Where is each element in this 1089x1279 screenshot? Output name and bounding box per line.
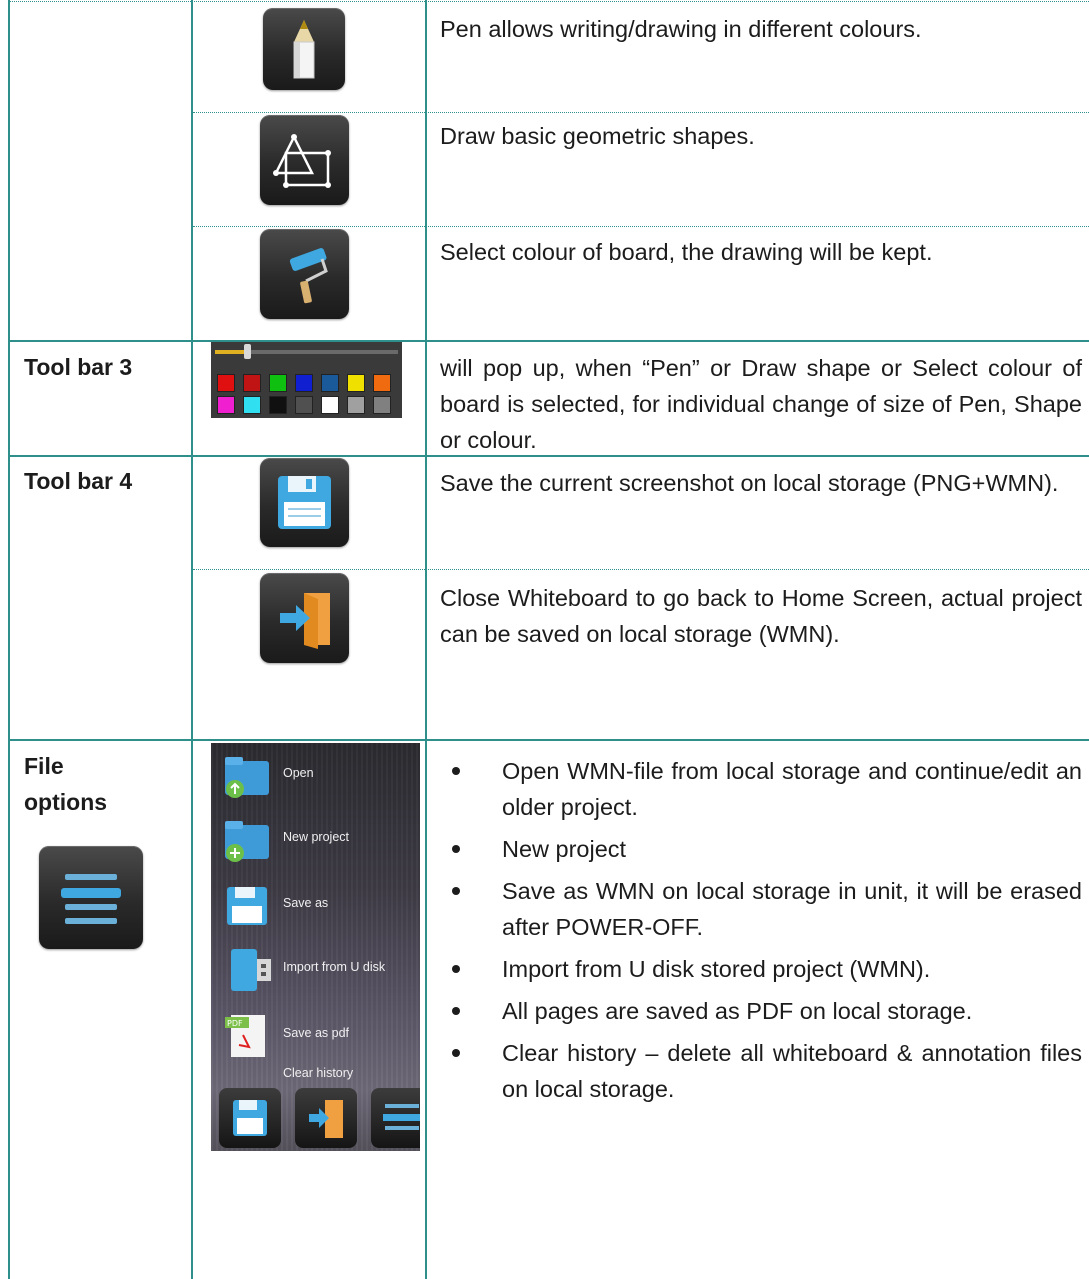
colour-swatch (321, 374, 339, 392)
table-border-col3 (425, 0, 427, 1279)
row-divider-dotted (193, 569, 1089, 570)
toolbar4-label: Tool bar 4 (24, 468, 133, 494)
pen-description: Pen allows writing/drawing in different … (440, 16, 922, 42)
colour-swatch (321, 396, 339, 414)
pdf-file-icon: PDF (225, 1015, 265, 1057)
size-slider-handle (244, 344, 251, 359)
table-top-dotted (8, 1, 1089, 2)
save-description: Save the current screenshot on local sto… (440, 470, 1059, 496)
table-border-col2 (191, 0, 193, 1279)
menu-list-icon (371, 1088, 420, 1148)
menu-item-save-as-pdf: PDF Save as pdf (211, 1009, 420, 1059)
size-colour-palette-icon (211, 342, 402, 418)
colour-swatch (217, 374, 235, 392)
colour-swatch (243, 396, 261, 414)
board-colour-description: Select colour of board, the drawing will… (440, 239, 933, 265)
list-item: Clear history – delete all whiteboard & … (440, 1035, 1082, 1107)
shapes-icon (260, 115, 349, 205)
floppy-disk-icon (260, 458, 349, 547)
floppy-disk-icon (227, 887, 267, 925)
colour-swatch (269, 396, 287, 414)
colour-palette (213, 370, 400, 416)
menu-item-label: Clear history (283, 1066, 354, 1080)
usb-drive-icon (231, 949, 271, 991)
paint-roller-icon (260, 229, 349, 319)
colour-swatch (373, 374, 391, 392)
list-item: Save as WMN on local storage in unit, it… (440, 873, 1082, 945)
colour-swatch (243, 374, 261, 392)
list-item: New project (440, 831, 1082, 867)
colour-swatch (347, 396, 365, 414)
colour-swatch (269, 374, 287, 392)
file-options-label-line2: options (24, 789, 108, 815)
toolbar3-description: will pop up, when “Pen” or Draw shape or… (440, 355, 1082, 453)
exit-door-icon (260, 573, 349, 663)
pencil-icon (263, 8, 345, 90)
row-divider-dotted (193, 112, 1089, 113)
file-options-bullet-list: Open WMN-file from local storage and con… (440, 753, 1082, 1113)
row-divider-dotted (193, 226, 1089, 227)
file-options-label-line1: File (24, 753, 64, 779)
shapes-description: Draw basic geometric shapes. (440, 123, 755, 149)
file-options-menu-screenshot: Open New project Save as Import from U d… (211, 743, 420, 1151)
list-item: All pages are saved as PDF on local stor… (440, 993, 1082, 1029)
feature-table: Pen allows writing/drawing in different … (0, 0, 1089, 1279)
list-item: Open WMN-file from local storage and con… (440, 753, 1082, 825)
folder-new-icon (225, 821, 269, 862)
menu-item-new-project: New project (211, 813, 420, 863)
size-slider-fill (215, 350, 247, 354)
folder-open-icon (225, 757, 269, 798)
table-border-left (8, 0, 10, 1279)
colour-swatch (295, 374, 313, 392)
toolbar3-label: Tool bar 3 (24, 354, 133, 380)
floppy-disk-icon (219, 1088, 281, 1148)
menu-item-save-as: Save as (211, 879, 420, 929)
svg-text:PDF: PDF (227, 1019, 243, 1028)
close-description: Close Whiteboard to go back to Home Scre… (440, 585, 1082, 647)
colour-swatch (295, 396, 313, 414)
colour-swatch (217, 396, 235, 414)
colour-swatch (347, 374, 365, 392)
row-divider (8, 739, 1089, 741)
list-item: Import from U disk stored project (WMN). (440, 951, 1082, 987)
colour-swatch (373, 396, 391, 414)
menu-list-icon (39, 846, 143, 949)
menu-item-import-u-disk: Import from U disk (211, 943, 420, 993)
row-divider (8, 340, 1089, 342)
menu-item-open: Open (211, 749, 420, 799)
exit-door-icon (295, 1088, 357, 1148)
